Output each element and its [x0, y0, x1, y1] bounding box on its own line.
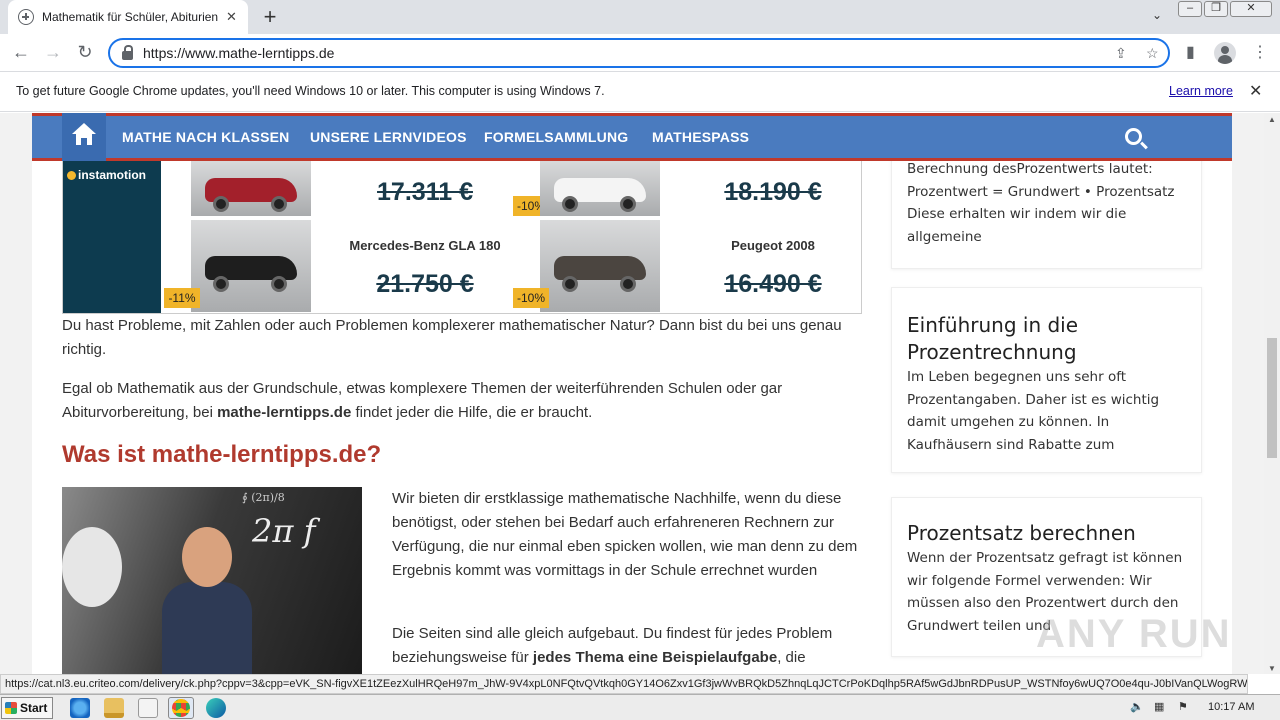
- profile-avatar[interactable]: [1214, 42, 1236, 64]
- sidebar-card-text: Im Leben begegnen uns sehr oft Prozentan…: [907, 369, 1160, 453]
- sidebar-card-einfuehrung[interactable]: Einführung in die Prozentrechnung Im Leb…: [891, 287, 1202, 473]
- car-name[interactable]: Mercedes-Benz GLA 180: [325, 238, 525, 253]
- menu-item-mathespass[interactable]: MATHESPASS: [652, 129, 749, 145]
- side-panel-icon[interactable]: ▮: [1186, 42, 1195, 62]
- car-price[interactable]: 21.750 €: [335, 270, 515, 299]
- scroll-down-arrow[interactable]: ▼: [1268, 664, 1276, 673]
- site-name-bold: mathe-lerntipps.de: [217, 404, 352, 421]
- car-image[interactable]: [191, 160, 311, 216]
- menu-item-formelsammlung[interactable]: FORMELSAMMLUNG: [484, 129, 628, 145]
- car-name[interactable]: Peugeot 2008: [673, 238, 873, 253]
- discount-badge: -11%: [164, 288, 200, 308]
- update-infobar: To get future Google Chrome updates, you…: [0, 72, 1280, 112]
- tab-strip: Mathematik für Schüler, Abiturienten ✕ +…: [0, 0, 1280, 34]
- vertical-scrollbar[interactable]: ▲ ▼: [1264, 113, 1280, 674]
- about-paragraph: Wir bieten dir erstklassige mathematisch…: [392, 490, 858, 579]
- close-window-button[interactable]: ✕: [1230, 1, 1272, 17]
- scrollbar-thumb[interactable]: [1267, 338, 1277, 458]
- tab-title: Mathematik für Schüler, Abiturienten: [42, 10, 218, 24]
- site-navbar: MATHE NACH KLASSEN UNSERE LERNVIDEOS FOR…: [32, 113, 1232, 161]
- volume-icon[interactable]: 🔈: [1130, 700, 1144, 713]
- chrome-icon: [172, 699, 190, 717]
- windows-taskbar: Start 🔈 ▦ ⚑ 10:17 AM: [0, 694, 1280, 720]
- learn-more-link[interactable]: Learn more: [1169, 84, 1233, 98]
- search-icon[interactable]: [1125, 128, 1142, 145]
- browser-toolbar: ← → ↻ https://www.mathe-lerntipps.de ⇪ ☆…: [0, 34, 1280, 72]
- network-icon[interactable]: ▦: [1154, 700, 1164, 713]
- bookmark-star-icon[interactable]: ☆: [1146, 45, 1159, 62]
- forward-button[interactable]: →: [42, 42, 64, 63]
- car-image[interactable]: [540, 220, 660, 312]
- infobar-message: To get future Google Chrome updates, you…: [16, 84, 605, 98]
- window-controls: – ❐ ✕: [1178, 1, 1272, 17]
- intro-paragraph: Du hast Probleme, mit Zahlen oder auch P…: [62, 317, 842, 358]
- chevron-down-icon: ⌄: [1152, 8, 1163, 22]
- restore-button[interactable]: ❐: [1204, 1, 1228, 17]
- tab-close-icon[interactable]: ✕: [226, 9, 237, 25]
- ad-brand-logo[interactable]: instamotion: [63, 160, 161, 313]
- sidebar-card-title[interactable]: Einführung in die Prozentrechnung: [892, 312, 1201, 366]
- sidebar-card-prozentwert[interactable]: Berechnung desProzentwerts lautet: Proze…: [891, 153, 1202, 269]
- lock-icon[interactable]: [122, 44, 133, 60]
- car-image[interactable]: [540, 160, 660, 216]
- sidebar-card-title[interactable]: Prozentsatz berechnen: [892, 520, 1201, 547]
- car-price[interactable]: 16.490 €: [683, 270, 863, 299]
- teaching-photo: ∮ (2π)/8 2π f: [62, 487, 362, 674]
- car-price[interactable]: 18.190 €: [683, 178, 863, 207]
- new-tab-button[interactable]: +: [258, 4, 282, 30]
- web-page: MATHE NACH KLASSEN UNSERE LERNVIDEOS FOR…: [0, 113, 1264, 674]
- intro-paragraph-2: Egal ob Mathematik aus der Grundschule, …: [62, 380, 783, 421]
- infobar-close-icon[interactable]: ✕: [1249, 81, 1262, 101]
- home-button[interactable]: [62, 113, 106, 161]
- browser-tab[interactable]: Mathematik für Schüler, Abiturienten ✕: [8, 0, 248, 34]
- ad-banner[interactable]: instamotion 17.311 € -10% 18.190 € -11% …: [62, 159, 862, 314]
- scroll-up-arrow[interactable]: ▲: [1268, 115, 1276, 124]
- back-button[interactable]: ←: [10, 42, 32, 63]
- status-url-bubble: https://cat.nl3.eu.criteo.com/delivery/c…: [0, 674, 1248, 694]
- ie-icon[interactable]: [70, 698, 90, 718]
- media-player-icon[interactable]: [138, 698, 158, 718]
- tab-search-button[interactable]: ⌄: [1152, 8, 1162, 22]
- home-icon: [72, 123, 96, 134]
- share-icon[interactable]: ⇪: [1115, 45, 1127, 62]
- reload-button[interactable]: ↻: [74, 42, 96, 63]
- section-heading: Was ist mathe-lerntipps.de?: [62, 441, 382, 468]
- menu-item-klassen[interactable]: MATHE NACH KLASSEN: [122, 129, 289, 145]
- menu-item-lernvideos[interactable]: UNSERE LERNVIDEOS: [310, 129, 467, 145]
- car-image[interactable]: [191, 220, 311, 312]
- car-price[interactable]: 17.311 €: [335, 178, 515, 207]
- edge-icon[interactable]: [206, 698, 226, 718]
- discount-badge: -10%: [513, 288, 549, 308]
- globe-icon: [18, 9, 34, 25]
- structure-paragraph: Die Seiten sind alle gleich aufgebaut. D…: [392, 625, 833, 666]
- anyrun-watermark: ANY RUN: [1036, 612, 1232, 656]
- menu-dots-icon[interactable]: ⋮: [1252, 42, 1268, 62]
- folder-icon[interactable]: [104, 698, 124, 718]
- taskbar-clock[interactable]: 10:17 AM: [1208, 701, 1254, 713]
- address-bar[interactable]: https://www.mathe-lerntipps.de ⇪ ☆: [108, 38, 1170, 68]
- minimize-button[interactable]: –: [1178, 1, 1202, 17]
- start-button[interactable]: Start: [1, 697, 53, 719]
- flag-icon[interactable]: ⚑: [1178, 700, 1188, 713]
- sidebar-card-text: Berechnung desProzentwerts lautet: Proze…: [907, 161, 1175, 245]
- url-text: https://www.mathe-lerntipps.de: [143, 45, 335, 61]
